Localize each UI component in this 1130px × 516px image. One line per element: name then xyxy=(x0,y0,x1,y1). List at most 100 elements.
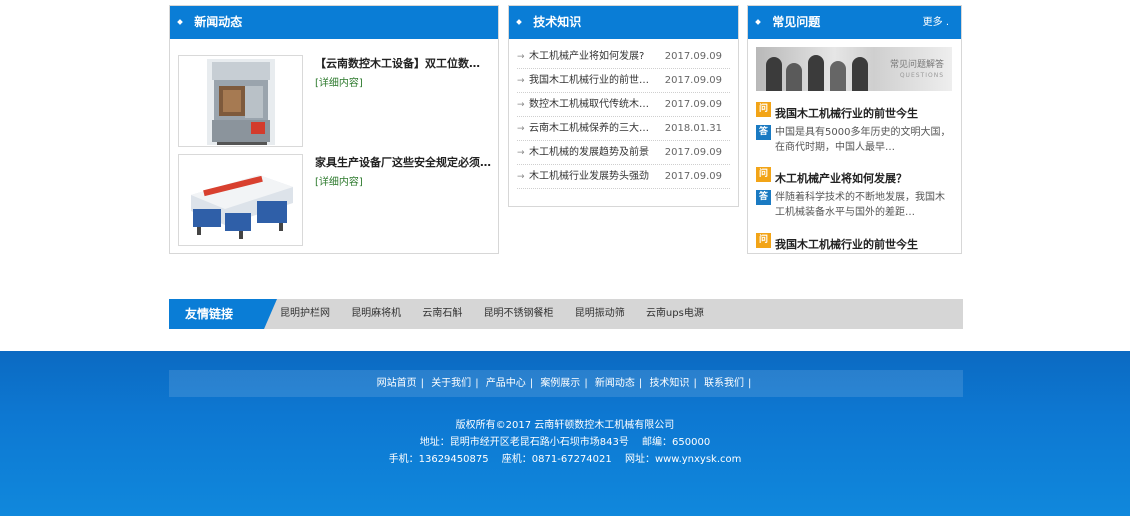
list-item-title[interactable]: 木工机械产业将如何发展? xyxy=(529,45,657,69)
list-item[interactable]: → 木工机械行业发展势头强劲 2017.09.09 xyxy=(517,165,730,189)
arrow-right-icon: → xyxy=(517,172,525,182)
faq-banner: 常见问题解答 QUESTIONS xyxy=(756,47,952,91)
friend-links-label: 友情链接 xyxy=(169,299,277,329)
answer-badge: 答 xyxy=(756,125,771,140)
list-item-date: 2017.09.09 xyxy=(664,147,722,158)
separator: | xyxy=(693,378,697,389)
arrow-right-icon: → xyxy=(517,76,525,86)
news-panel-title: 新闻动态 xyxy=(194,15,243,29)
friend-links-bar: 友情链接 昆明护栏网 昆明麻将机 云南石斛 昆明不锈钢餐柜 昆明振动筛 云南up… xyxy=(169,299,963,329)
page: 新闻动态 【云南数控木工设备】双工位数… [详细内容] 家具生产设备厂这些安全规… xyxy=(0,0,1130,516)
arrow-right-icon: → xyxy=(517,148,525,158)
faq-question[interactable]: 木工机械产业将如何发展？ xyxy=(775,171,907,186)
mobile: 手机：13629450875 xyxy=(388,454,489,465)
faq-item[interactable]: 问木工机械产业将如何发展？ 答伴随着科学技术的不断地发展，我国木工机械装备水平与… xyxy=(756,167,956,220)
friend-link[interactable]: 昆明不锈钢餐柜 xyxy=(484,308,554,319)
answer-badge: 答 xyxy=(756,190,771,205)
news-item-title[interactable]: 【云南数控木工设备】双工位数… xyxy=(315,55,480,71)
list-item-date: 2017.09.09 xyxy=(664,75,722,86)
diamond-icon xyxy=(755,18,761,25)
person-figure xyxy=(786,63,802,91)
faq-panel-title: 常见问题 xyxy=(772,15,821,29)
list-item[interactable]: → 云南木工机械保养的三大误… 2018.01.31 xyxy=(517,117,730,141)
question-badge: 问 xyxy=(756,167,771,182)
list-item-date: 2017.09.09 xyxy=(664,171,722,182)
list-item-title[interactable]: 数控木工机械取代传统木工… xyxy=(529,93,657,117)
person-figure xyxy=(852,57,868,91)
arrow-right-icon: → xyxy=(517,124,525,134)
diamond-icon xyxy=(177,18,183,25)
tech-panel-header: 技术知识 xyxy=(509,6,738,39)
news-thumbnail[interactable] xyxy=(178,154,303,246)
news-thumbnail[interactable] xyxy=(178,55,303,147)
list-item[interactable]: → 木工机械的发展趋势及前景 2017.09.09 xyxy=(517,141,730,165)
person-figure xyxy=(808,55,824,91)
faq-panel: 常见问题 更多 . 常见问题解答 QUESTIONS 问我国木工机械行业的前世今… xyxy=(747,5,962,254)
list-item-date: 2017.09.09 xyxy=(664,51,722,62)
faq-banner-title: 常见问题解答 xyxy=(889,60,944,70)
news-panel: 新闻动态 【云南数控木工设备】双工位数… [详细内容] 家具生产设备厂这些安全规… xyxy=(169,5,499,254)
arrow-right-icon: → xyxy=(517,100,525,110)
friend-links-list: 昆明护栏网 昆明麻将机 云南石斛 昆明不锈钢餐柜 昆明振动筛 云南ups电源 xyxy=(280,299,722,329)
faq-answer: 中国是具有5000多年历史的文明大国，在商代时期，中国人最早… xyxy=(775,127,951,153)
address-row: 地址：昆明市经开区老昆石路小石坝市场843号 邮编：650000 xyxy=(0,434,1130,451)
more-link[interactable]: 更多 . xyxy=(923,6,949,39)
list-item[interactable]: → 木工机械产业将如何发展? 2017.09.09 xyxy=(517,45,730,69)
news-panel-header: 新闻动态 xyxy=(170,6,498,39)
footer-nav-news[interactable]: 新闻动态 xyxy=(595,378,635,389)
friend-link[interactable]: 昆明麻将机 xyxy=(351,308,401,319)
news-item-title[interactable]: 家具生产设备厂这些安全规定必须… xyxy=(315,154,491,170)
question-badge: 问 xyxy=(756,102,771,117)
faq-panel-header: 常见问题 更多 . xyxy=(748,6,961,39)
list-item-title[interactable]: 云南木工机械保养的三大误… xyxy=(529,117,657,141)
news-item[interactable]: 家具生产设备厂这些安全规定必须… [详细内容] xyxy=(178,154,494,246)
news-detail-link[interactable]: [详细内容] xyxy=(315,173,363,188)
list-item-date: 2018.01.31 xyxy=(664,123,722,134)
separator: | xyxy=(584,378,588,389)
faq-answer: 伴随着科学技术的不断地发展，我国木工机械装备水平与国外的差距… xyxy=(775,192,945,218)
footer-nav-products[interactable]: 产品中心 xyxy=(486,378,526,389)
separator: | xyxy=(748,378,752,389)
zip-code: 邮编：650000 xyxy=(642,437,711,448)
faq-question[interactable]: 我国木工机械行业的前世今生 xyxy=(775,237,918,252)
footer-info: 版权所有©2017 云南轩顿数控木工机械有限公司 地址：昆明市经开区老昆石路小石… xyxy=(0,417,1130,468)
person-figure xyxy=(766,57,782,91)
footer: 网站首页 | 关于我们 | 产品中心 | 案例展示 | 新闻动态 | 技术知识 | 联系我们… xyxy=(0,351,1130,516)
faq-item[interactable]: 问我国木工机械行业的前世今生 xyxy=(756,233,956,252)
contact-row: 手机：13629450875 座机：0871-67274021 网址：www.y… xyxy=(0,451,1130,468)
friend-link[interactable]: 昆明护栏网 xyxy=(280,308,330,319)
list-item-date: 2017.09.09 xyxy=(664,99,722,110)
arrow-right-icon: → xyxy=(517,52,525,62)
phone: 座机：0871-67274021 xyxy=(501,454,612,465)
list-item-title[interactable]: 我国木工机械行业的前世今… xyxy=(529,69,657,93)
question-badge: 问 xyxy=(756,233,771,248)
news-detail-link[interactable]: [详细内容] xyxy=(315,74,363,89)
machine-image xyxy=(179,56,302,146)
list-item[interactable]: → 数控木工机械取代传统木工… 2017.09.09 xyxy=(517,93,730,117)
friend-link[interactable]: 云南石斛 xyxy=(422,308,462,319)
separator: | xyxy=(638,378,643,389)
separator: | xyxy=(420,378,424,389)
tech-list: → 木工机械产业将如何发展? 2017.09.09 → 我国木工机械行业的前世今… 20… xyxy=(509,39,738,189)
faq-item[interactable]: 问我国木工机械行业的前世今生 答中国是具有5000多年历史的文明大国，在商代时期… xyxy=(756,102,956,155)
diamond-icon xyxy=(516,18,522,25)
tech-panel-title: 技术知识 xyxy=(533,15,582,29)
list-item-title[interactable]: 木工机械的发展趋势及前景 xyxy=(529,141,657,165)
footer-nav-tech[interactable]: 技术知识 xyxy=(649,378,689,389)
footer-nav-contact[interactable]: 联系我们 xyxy=(704,378,744,389)
news-item[interactable]: 【云南数控木工设备】双工位数… [详细内容] xyxy=(178,55,494,147)
list-item[interactable]: → 我国木工机械行业的前世今… 2017.09.09 xyxy=(517,69,730,93)
website[interactable]: 网址：www.ynxysk.com xyxy=(625,454,741,465)
friend-link[interactable]: 昆明振动筛 xyxy=(575,308,625,319)
list-item-title[interactable]: 木工机械行业发展势头强劲 xyxy=(529,165,657,189)
faq-banner-subtitle: QUESTIONS xyxy=(899,72,944,79)
address: 地址：昆明市经开区老昆石路小石坝市场843号 xyxy=(419,437,629,448)
separator: | xyxy=(529,378,534,389)
friend-link[interactable]: 云南ups电源 xyxy=(646,308,704,319)
footer-nav-home[interactable]: 网站首页 xyxy=(377,378,417,389)
tech-panel: 技术知识 → 木工机械产业将如何发展? 2017.09.09 → 我国木工机械行业的前… xyxy=(508,5,739,207)
machine-image xyxy=(179,155,302,245)
footer-nav-cases[interactable]: 案例展示 xyxy=(540,378,580,389)
footer-nav-about[interactable]: 关于我们 xyxy=(431,378,471,389)
faq-question[interactable]: 我国木工机械行业的前世今生 xyxy=(775,106,918,121)
